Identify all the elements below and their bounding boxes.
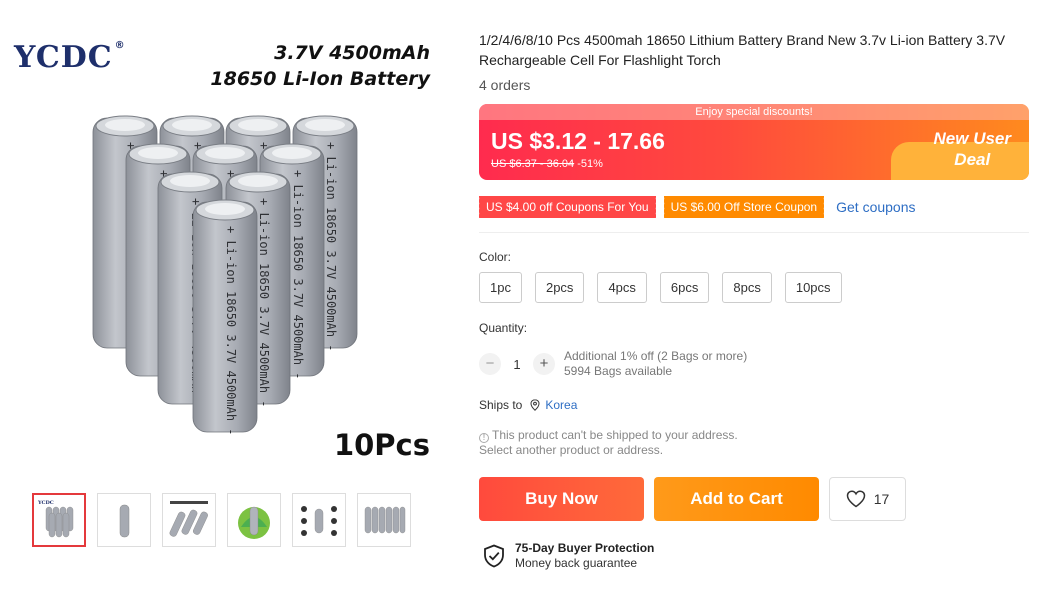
original-price-value: US $6.37 - 36.04 bbox=[491, 158, 575, 170]
thumbnail-4[interactable] bbox=[227, 493, 281, 547]
shipping-warning: ! This product can't be shipped to your a… bbox=[479, 428, 738, 458]
color-label: Color: bbox=[479, 250, 512, 264]
pack-count-label: 10Pcs bbox=[333, 428, 430, 462]
new-user-deal-text: New User Deal bbox=[934, 128, 1011, 170]
features-thumb-icon bbox=[301, 506, 337, 536]
section-divider bbox=[479, 232, 1029, 233]
battery-cell: + Li-ion 18650 3.7V 4500mAh - bbox=[192, 199, 258, 436]
quantity-value[interactable]: 1 bbox=[501, 357, 533, 372]
bulk-discount-note: Additional 1% off (2 Bags or more) bbox=[564, 349, 748, 363]
get-coupons-link[interactable]: Get coupons bbox=[836, 199, 915, 215]
promo-strip: Enjoy special discounts! bbox=[479, 104, 1029, 120]
shipping-warning-line1: This product can't be shipped to your ad… bbox=[492, 428, 738, 442]
buy-now-button[interactable]: Buy Now bbox=[479, 477, 644, 521]
order-count: 4 orders bbox=[479, 77, 531, 93]
coupon-for-you[interactable]: US $4.00 off Coupons For You bbox=[477, 196, 658, 218]
quantity-label: Quantity: bbox=[479, 321, 528, 335]
battery-print-text: + Li-ion 18650 3.7V 4500mAh - bbox=[291, 170, 305, 380]
buyer-protection: 75-Day Buyer Protection Money back guara… bbox=[483, 541, 654, 571]
color-option-8pcs[interactable]: 8pcs bbox=[722, 272, 772, 303]
ships-to: Ships to Korea bbox=[479, 398, 577, 412]
quantity-stepper: − 1 + Additional 1% off (2 Bags or more)… bbox=[479, 349, 747, 379]
image-headline-line2: 18650 Li-Ion Battery bbox=[210, 68, 430, 90]
battery-cluster-illustration: + Li-ion 18650 3.7V 4500mAh - + Li-ion 18… bbox=[92, 115, 358, 436]
heart-icon bbox=[846, 490, 865, 508]
battery-row-thumb-icon bbox=[364, 506, 406, 534]
color-option-2pcs[interactable]: 2pcs bbox=[534, 272, 585, 303]
thumbnail-5[interactable] bbox=[292, 493, 346, 547]
location-pin-icon bbox=[530, 399, 540, 411]
ships-to-label: Ships to bbox=[479, 398, 523, 412]
quantity-plus-button[interactable]: + bbox=[533, 353, 555, 375]
battery-print-text: + Li-ion 18650 3.7V 4500mAh - bbox=[257, 198, 271, 408]
eco-thumb-icon bbox=[238, 506, 270, 539]
image-headline: 3.7V 4500mAh 18650 Li-Ion Battery bbox=[210, 40, 430, 92]
battery-print-text: + Li-ion 18650 3.7V 4500mAh - bbox=[324, 142, 338, 352]
battery-print-text: + Li-ion 18650 3.7V 4500mAh - bbox=[224, 226, 238, 436]
discount-percent: -51% bbox=[577, 158, 603, 170]
thumbnail-2[interactable] bbox=[97, 493, 151, 547]
svg-text:YCDC: YCDC bbox=[37, 500, 54, 506]
original-price: US $6.37 - 36.04 -51% bbox=[491, 158, 603, 170]
coupon-row: US $4.00 off Coupons For You US $6.00 Of… bbox=[477, 196, 916, 218]
color-option-6pcs[interactable]: 6pcs bbox=[659, 272, 710, 303]
color-option-4pcs[interactable]: 4pcs bbox=[597, 272, 647, 303]
image-headline-line1: 3.7V 4500mAh bbox=[274, 42, 430, 64]
brand-logo: YCDC ® bbox=[14, 40, 126, 75]
new-user-deal-badge: New User Deal bbox=[891, 129, 1029, 180]
stock-available: 5994 Bags available bbox=[564, 364, 673, 378]
add-to-cart-button[interactable]: Add to Cart bbox=[654, 477, 819, 521]
quantity-minus-button[interactable]: − bbox=[479, 353, 501, 375]
thumbnail-3[interactable] bbox=[162, 493, 216, 547]
product-title: 1/2/4/6/8/10 Pcs 4500mah 18650 Lithium B… bbox=[479, 32, 1006, 68]
wishlist-button[interactable]: 17 bbox=[829, 477, 906, 521]
performance-thumb-icon bbox=[169, 501, 208, 537]
info-icon: ! bbox=[479, 433, 489, 443]
color-options: 1pc 2pcs 4pcs 6pcs 8pcs 10pcs bbox=[479, 272, 842, 303]
buyer-protection-subtitle: Money back guarantee bbox=[515, 556, 638, 570]
new-user-deal-line2: Deal bbox=[954, 150, 991, 169]
price-banner: Enjoy special discounts! US $3.12 - 17.6… bbox=[479, 104, 1029, 180]
buyer-protection-text: 75-Day Buyer Protection Money back guara… bbox=[515, 541, 654, 571]
new-user-deal-line1: New User bbox=[933, 129, 1011, 148]
ships-to-country[interactable]: Korea bbox=[545, 398, 577, 412]
quantity-note: Additional 1% off (2 Bags or more) 5994 … bbox=[564, 349, 747, 379]
shipping-warning-line2: Select another product or address. bbox=[479, 443, 664, 457]
battery-cluster-thumb-icon: YCDC bbox=[36, 497, 82, 543]
main-product-image[interactable]: YCDC ® 3.7V 4500mAh 18650 Li-Ion Battery … bbox=[8, 30, 438, 470]
thumbnail-6[interactable] bbox=[357, 493, 411, 547]
thumbnail-strip: YCDC bbox=[32, 493, 411, 547]
shield-check-icon bbox=[484, 544, 504, 568]
thumbnail-1[interactable]: YCDC bbox=[32, 493, 86, 547]
price-range: US $3.12 - 17.66 bbox=[491, 128, 665, 154]
product-info: 1/2/4/6/8/10 Pcs 4500mah 18650 Lithium B… bbox=[479, 30, 1039, 93]
wishlist-count: 17 bbox=[873, 491, 890, 507]
store-coupon[interactable]: US $6.00 Off Store Coupon bbox=[661, 196, 826, 218]
color-option-10pcs[interactable]: 10pcs bbox=[784, 272, 842, 303]
brand-name: YCDC bbox=[14, 40, 113, 75]
registered-mark: ® bbox=[114, 40, 126, 51]
color-option-1pc[interactable]: 1pc bbox=[479, 272, 522, 303]
single-battery-thumb-icon bbox=[119, 504, 130, 538]
buyer-protection-title: 75-Day Buyer Protection bbox=[515, 541, 655, 555]
